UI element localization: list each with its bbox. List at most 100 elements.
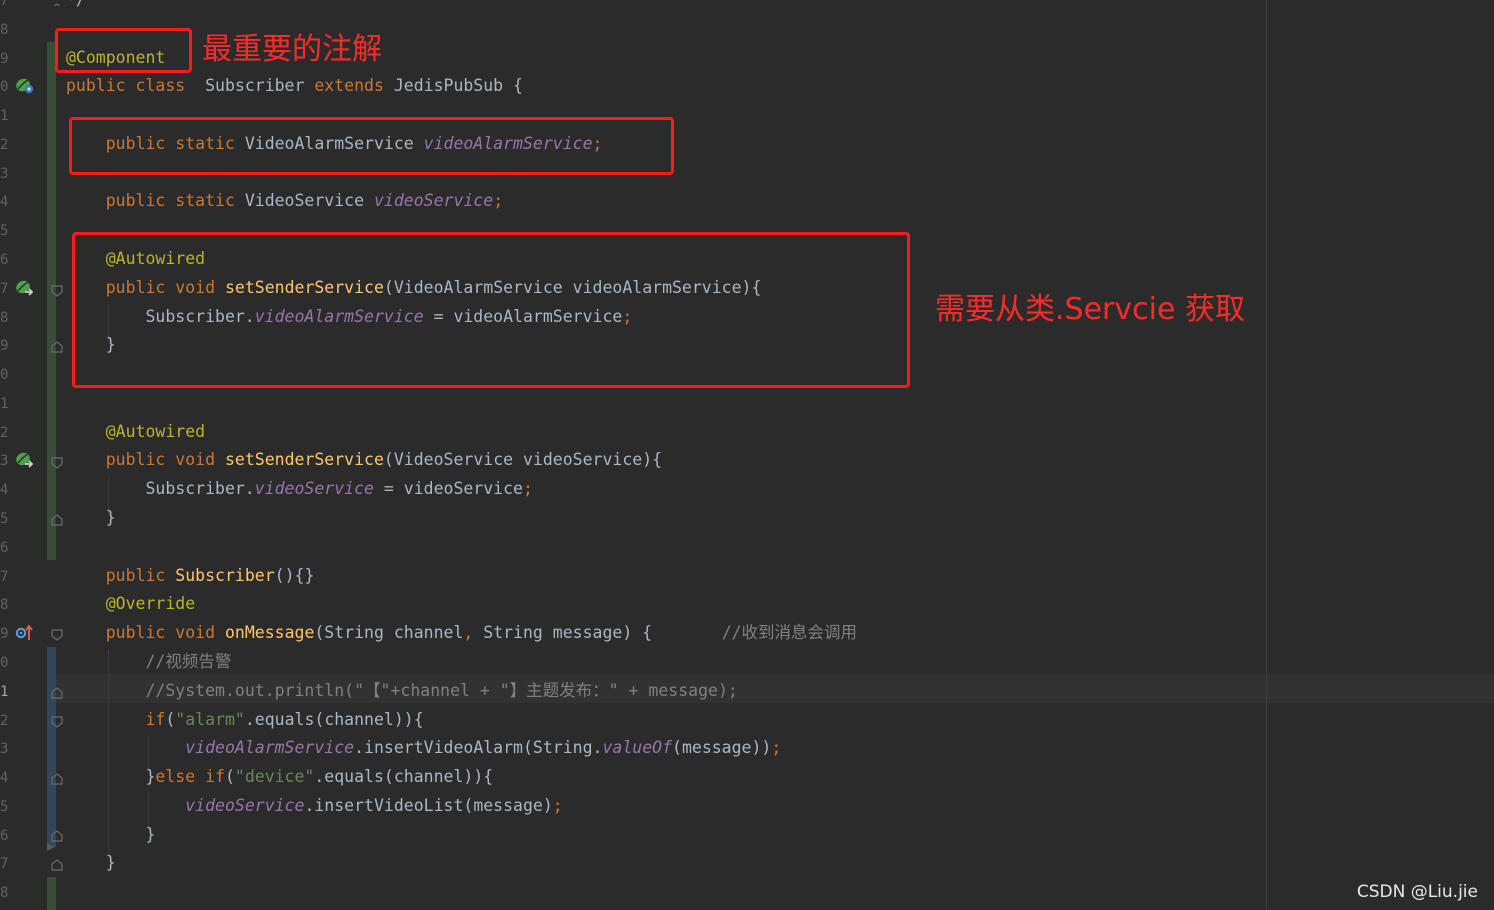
fold-toggle-icon[interactable]	[51, 626, 63, 641]
code-line[interactable]: }	[66, 507, 116, 529]
line-number[interactable]: 9	[0, 624, 12, 644]
highlight-box-component	[55, 28, 192, 73]
line-number[interactable]: 5	[0, 797, 12, 817]
line-number[interactable]: 2	[0, 711, 12, 731]
override-method-icon[interactable]	[15, 622, 35, 642]
line-number[interactable]: 8	[0, 20, 12, 40]
code-line[interactable]: public static VideoService videoService;	[66, 190, 503, 212]
line-number[interactable]: 3	[0, 451, 12, 471]
line-number[interactable]: 9	[0, 336, 12, 356]
code-line[interactable]: */	[66, 0, 86, 11]
line-number[interactable]: 0	[0, 77, 12, 97]
code-token: "alarm"	[175, 709, 245, 729]
code-token: (String channel	[314, 623, 464, 643]
fold-end-icon[interactable]	[51, 338, 63, 353]
code-line[interactable]: videoService.insertVideoList(message);	[66, 795, 563, 817]
vcs-change-marker[interactable]	[47, 877, 56, 910]
fold-toggle-icon[interactable]	[51, 282, 63, 297]
code-token: */	[66, 0, 86, 9]
vcs-change-marker[interactable]	[47, 647, 56, 847]
vcs-change-marker[interactable]	[47, 42, 56, 560]
line-number-gutter[interactable]: 7 8 9 0 1 2 3 4 5 6 7 8 9 0 1 2 3 4 5 6 7 8 9 0 1 2 3 4 5 6 7 8	[0, 0, 12, 910]
spring-bean-icon[interactable]	[15, 76, 35, 96]
code-token: .insertVideoList(message)	[304, 795, 553, 815]
line-number[interactable]: 7	[0, 567, 12, 587]
fold-end-icon[interactable]	[51, 856, 63, 871]
code-token: @Autowired	[105, 421, 206, 441]
code-token: Subscriber	[185, 76, 315, 96]
line-number[interactable]: 4	[0, 480, 12, 500]
line-number[interactable]: 6	[0, 250, 12, 270]
line-number[interactable]: 8	[0, 883, 12, 903]
code-token: (	[224, 767, 235, 787]
code-token: ;	[771, 738, 782, 758]
code-line[interactable]: public void setSenderService(VideoServic…	[66, 449, 662, 471]
line-number[interactable]: 5	[0, 221, 12, 241]
line-number[interactable]: 7	[0, 0, 12, 11]
line-number[interactable]: 1	[0, 106, 12, 126]
code-line[interactable]: //System.out.println("【"+channel + "】主题发…	[66, 680, 738, 702]
code-line[interactable]: }	[66, 852, 116, 874]
fold-toggle-icon[interactable]	[51, 713, 63, 728]
code-token: //视频告警	[145, 651, 232, 671]
code-line[interactable]: @Autowired	[66, 421, 205, 443]
right-margin-guide	[1266, 0, 1267, 910]
code-token: public	[105, 565, 166, 585]
code-line[interactable]: @Override	[66, 593, 195, 615]
code-token: public class	[66, 76, 186, 96]
code-token: (	[165, 709, 176, 729]
code-line[interactable]: }else if("device".equals(channel)){	[66, 766, 493, 788]
code-token: if	[145, 709, 166, 729]
line-number[interactable]: 4	[0, 768, 12, 788]
line-number[interactable]: 3	[0, 739, 12, 759]
code-token: "device"	[234, 767, 315, 787]
code-line[interactable]: public void onMessage(String channel, St…	[66, 622, 857, 644]
code-line[interactable]: }	[66, 824, 155, 846]
line-number[interactable]: 6	[0, 538, 12, 558]
line-number[interactable]: 0	[0, 653, 12, 673]
annotation-get-from-service: 需要从类.Servcie 获取	[935, 292, 1245, 327]
line-number[interactable]: 9	[0, 49, 12, 69]
line-number[interactable]: 2	[0, 135, 12, 155]
line-number[interactable]: 1	[0, 394, 12, 414]
line-number[interactable]: 5	[0, 509, 12, 529]
line-number[interactable]: 7	[0, 854, 12, 874]
watermark: CSDN @Liu.jie	[1356, 882, 1478, 902]
code-token: videoService	[373, 191, 494, 211]
line-number[interactable]: 2	[0, 423, 12, 443]
line-number[interactable]: 3	[0, 164, 12, 184]
code-line[interactable]: //视频告警	[66, 651, 231, 673]
fold-end-icon[interactable]	[51, 770, 63, 785]
code-token: }	[66, 767, 156, 787]
line-number[interactable]: 8	[0, 308, 12, 328]
code-token: public void	[105, 623, 216, 643]
line-number[interactable]: 8	[0, 595, 12, 615]
code-token: String message) {	[473, 623, 722, 643]
fold-toggle-icon[interactable]	[51, 454, 63, 469]
line-number[interactable]: 0	[0, 365, 12, 385]
code-token: Subscriber	[175, 565, 275, 585]
spring-autowired-icon[interactable]	[15, 278, 35, 298]
breakpoint-arrow-icon[interactable]	[45, 838, 57, 851]
spring-autowired-icon[interactable]	[15, 450, 35, 470]
code-line[interactable]: public Subscriber(){}	[66, 565, 315, 587]
code-token: //System.out.println("【"+channel + "】主题发…	[145, 680, 738, 700]
line-number[interactable]: 6	[0, 826, 12, 846]
line-number[interactable]: 7	[0, 279, 12, 299]
code-line[interactable]: videoAlarmService.insertVideoAlarm(Strin…	[66, 737, 781, 759]
fold-end-icon[interactable]	[51, 684, 63, 699]
code-line[interactable]: Subscriber.videoService = videoService;	[66, 478, 532, 500]
code-token: (VideoService videoService){	[383, 450, 663, 470]
code-token: (message))	[672, 738, 772, 758]
line-number[interactable]: 1	[0, 682, 12, 702]
code-line[interactable]: public class Subscriber extends JedisPub…	[66, 75, 523, 97]
code-line[interactable]: if("alarm".equals(channel)){	[66, 709, 423, 731]
fold-end-icon[interactable]	[51, 511, 63, 526]
fold-end-icon[interactable]	[51, 0, 63, 6]
line-number[interactable]: 4	[0, 192, 12, 212]
